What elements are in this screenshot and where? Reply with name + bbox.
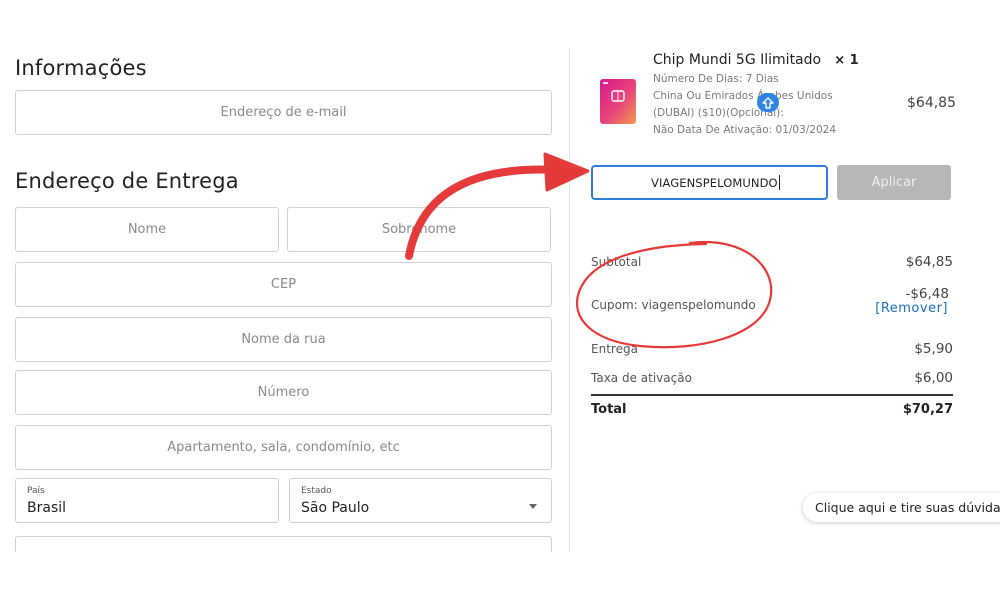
zip-field[interactable]: CEP [15, 262, 552, 307]
subtotal-value: $64,85 [905, 254, 953, 270]
product-qty: × 1 [834, 53, 859, 68]
coupon-discount-value: -$6,48 [905, 286, 949, 302]
first-name-field[interactable]: Nome [15, 207, 279, 252]
text-cursor [778, 175, 780, 190]
total-divider [591, 394, 953, 396]
informacoes-heading: Informações [15, 56, 147, 80]
product-activation: Não Data De Ativação: 01/03/2024 [653, 124, 837, 136]
number-field[interactable]: Número [15, 370, 552, 415]
product-name: Chip Mundi 5G Ilimitado [653, 52, 822, 68]
activation-fee-value: $6,00 [914, 370, 953, 386]
product-days: Número De Dias: 7 Dias [653, 73, 779, 85]
coupon-value: VIAGENSPELOMUNDO [651, 175, 778, 190]
remove-coupon-link[interactable]: [Remover] [875, 301, 948, 316]
activation-fee-label: Taxa de ativação [591, 371, 692, 385]
product-price: $64,85 [907, 95, 956, 111]
number-placeholder: Número [257, 385, 310, 400]
product-thumbnail [600, 79, 636, 124]
annotation-arrowhead [543, 152, 590, 192]
state-select[interactable]: Estado São Paulo [289, 478, 552, 523]
street-field[interactable]: Nome da rua [15, 317, 552, 362]
complement-field[interactable]: Apartamento, sala, condomínio, etc [15, 425, 552, 470]
coupon-label: Cupom: viagenspelomundo [591, 298, 756, 312]
country-value: Brasil [27, 500, 67, 516]
column-divider [569, 48, 570, 552]
subtotal-label: Subtotal [591, 255, 642, 269]
help-chat-button[interactable]: Clique aqui e tire suas dúvidas [803, 493, 1000, 522]
country-select[interactable]: País Brasil [15, 478, 279, 523]
first-name-placeholder: Nome [127, 222, 167, 237]
total-label: Total [591, 402, 627, 417]
chevron-down-icon [529, 504, 537, 509]
help-chat-label: Clique aqui e tire suas dúvidas [815, 500, 1000, 515]
coupon-input[interactable]: VIAGENSPELOMUNDO [591, 165, 828, 200]
product-title-row: Chip Mundi 5G Ilimitado × 1 [653, 49, 859, 68]
last-name-placeholder: Sobrenome [381, 222, 457, 237]
shipping-label: Entrega [591, 342, 638, 356]
shipping-value: $5,90 [914, 341, 953, 357]
email-field[interactable]: Endereço de e-mail [15, 90, 552, 135]
country-label: País [27, 486, 45, 496]
shipping-heading: Endereço de Entrega [15, 169, 239, 193]
complement-placeholder: Apartamento, sala, condomínio, etc [167, 440, 400, 455]
state-value: São Paulo [301, 500, 370, 516]
page-bottom-mask [0, 552, 1000, 600]
product-region-1: China Ou Emirados Árabes Unidos [653, 90, 833, 102]
upload-icon[interactable] [757, 93, 779, 112]
apply-coupon-button[interactable]: Aplicar [837, 165, 951, 200]
email-placeholder: Endereço de e-mail [220, 105, 347, 120]
state-label: Estado [301, 486, 332, 496]
zip-placeholder: CEP [270, 277, 297, 292]
total-value: $70,27 [902, 402, 953, 417]
street-placeholder: Nome da rua [241, 332, 326, 347]
last-name-field[interactable]: Sobrenome [287, 207, 551, 252]
